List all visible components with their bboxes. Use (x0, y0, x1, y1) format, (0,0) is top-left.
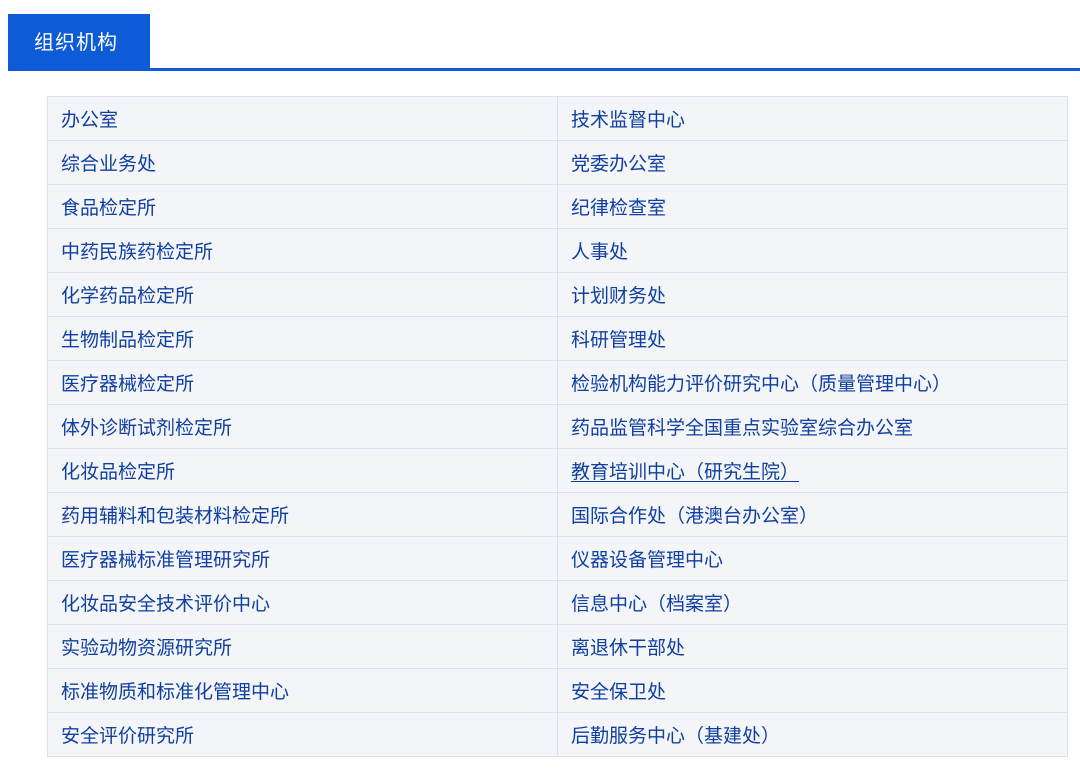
org-link-research-management[interactable]: 科研管理处 (571, 329, 666, 351)
table-cell: 中药民族药检定所 (47, 228, 558, 273)
org-link-security[interactable]: 安全保卫处 (571, 681, 666, 703)
org-link-capability-evaluation-center[interactable]: 检验机构能力评价研究中心（质量管理中心） (571, 373, 951, 395)
table-cell: 教育培训中心（研究生院） (557, 448, 1068, 493)
table-cell: 化妆品安全技术评价中心 (47, 580, 558, 625)
org-link-retired-staff[interactable]: 离退休干部处 (571, 637, 685, 659)
table-cell: 计划财务处 (557, 272, 1068, 317)
org-link-chemical-drug-testing[interactable]: 化学药品检定所 (61, 285, 194, 307)
header-divider (8, 68, 1080, 71)
table-cell: 安全评价研究所 (47, 712, 558, 757)
table-cell: 离退休干部处 (557, 624, 1068, 669)
org-link-education-training-center[interactable]: 教育培训中心（研究生院） (571, 461, 799, 483)
table-row: 化妆品检定所 教育培训中心（研究生院） (47, 448, 1068, 493)
table-row: 化学药品检定所 计划财务处 (47, 272, 1068, 317)
table-cell: 科研管理处 (557, 316, 1068, 361)
table-cell: 体外诊断试剂检定所 (47, 404, 558, 449)
table-row: 医疗器械标准管理研究所 仪器设备管理中心 (47, 536, 1068, 581)
table-cell: 纪律检查室 (557, 184, 1068, 229)
table-row: 实验动物资源研究所 离退休干部处 (47, 624, 1068, 669)
table-cell: 国际合作处（港澳台办公室） (557, 492, 1068, 537)
table-cell: 后勤服务中心（基建处） (557, 712, 1068, 757)
table-cell: 安全保卫处 (557, 668, 1068, 713)
table-row: 体外诊断试剂检定所 药品监管科学全国重点实验室综合办公室 (47, 404, 1068, 449)
table-cell: 药用辅料和包装材料检定所 (47, 492, 558, 537)
table-cell: 党委办公室 (557, 140, 1068, 185)
org-link-reference-materials-center[interactable]: 标准物质和标准化管理中心 (61, 681, 289, 703)
table-row: 办公室 技术监督中心 (47, 96, 1068, 141)
org-link-biological-products-testing[interactable]: 生物制品检定所 (61, 329, 194, 351)
org-link-instrument-management-center[interactable]: 仪器设备管理中心 (571, 549, 723, 571)
org-link-cosmetics-safety-center[interactable]: 化妆品安全技术评价中心 (61, 593, 270, 615)
org-link-food-testing[interactable]: 食品检定所 (61, 197, 156, 219)
org-link-ivd-reagent-testing[interactable]: 体外诊断试剂检定所 (61, 417, 232, 439)
org-link-human-resources[interactable]: 人事处 (571, 241, 628, 263)
table-cell: 人事处 (557, 228, 1068, 273)
table-cell: 生物制品检定所 (47, 316, 558, 361)
table-row: 综合业务处 党委办公室 (47, 140, 1068, 185)
table-cell: 医疗器械检定所 (47, 360, 558, 405)
table-cell: 仪器设备管理中心 (557, 536, 1068, 581)
table-cell: 信息中心（档案室） (557, 580, 1068, 625)
org-link-office[interactable]: 办公室 (61, 109, 118, 131)
organization-table: 办公室 技术监督中心 综合业务处 党委办公室 食品检定所 纪律检查室 中药民族药… (47, 96, 1068, 757)
table-cell: 标准物质和标准化管理中心 (47, 668, 558, 713)
table-cell: 食品检定所 (47, 184, 558, 229)
org-link-party-committee-office[interactable]: 党委办公室 (571, 153, 666, 175)
section-title-tab: 组织机构 (8, 14, 150, 70)
org-link-laboratory-animal-institute[interactable]: 实验动物资源研究所 (61, 637, 232, 659)
table-cell: 办公室 (47, 96, 558, 141)
org-link-excipients-packaging-testing[interactable]: 药用辅料和包装材料检定所 (61, 505, 289, 527)
org-link-key-laboratory-office[interactable]: 药品监管科学全国重点实验室综合办公室 (571, 417, 913, 439)
table-cell: 医疗器械标准管理研究所 (47, 536, 558, 581)
org-link-general-affairs[interactable]: 综合业务处 (61, 153, 156, 175)
table-cell: 药品监管科学全国重点实验室综合办公室 (557, 404, 1068, 449)
org-link-information-center[interactable]: 信息中心（档案室） (571, 593, 742, 615)
table-row: 生物制品检定所 科研管理处 (47, 316, 1068, 361)
table-row: 标准物质和标准化管理中心 安全保卫处 (47, 668, 1068, 713)
org-link-discipline-inspection[interactable]: 纪律检查室 (571, 197, 666, 219)
table-row: 食品检定所 纪律检查室 (47, 184, 1068, 229)
table-cell: 综合业务处 (47, 140, 558, 185)
table-cell: 技术监督中心 (557, 96, 1068, 141)
table-cell: 检验机构能力评价研究中心（质量管理中心） (557, 360, 1068, 405)
table-row: 化妆品安全技术评价中心 信息中心（档案室） (47, 580, 1068, 625)
section-header: 组织机构 (0, 0, 1080, 72)
table-row: 中药民族药检定所 人事处 (47, 228, 1068, 273)
org-link-cosmetics-testing[interactable]: 化妆品检定所 (61, 461, 175, 483)
table-row: 药用辅料和包装材料检定所 国际合作处（港澳台办公室） (47, 492, 1068, 537)
table-cell: 实验动物资源研究所 (47, 624, 558, 669)
table-row: 安全评价研究所 后勤服务中心（基建处） (47, 712, 1068, 757)
org-link-device-standards-institute[interactable]: 医疗器械标准管理研究所 (61, 549, 270, 571)
org-link-safety-evaluation-institute[interactable]: 安全评价研究所 (61, 725, 194, 747)
section-title: 组织机构 (34, 30, 118, 54)
org-link-international-cooperation[interactable]: 国际合作处（港澳台办公室） (571, 505, 818, 527)
org-link-tcm-ethnic-medicine-testing[interactable]: 中药民族药检定所 (61, 241, 213, 263)
org-link-logistics-center[interactable]: 后勤服务中心（基建处） (571, 725, 780, 747)
org-link-planning-finance[interactable]: 计划财务处 (571, 285, 666, 307)
table-row: 医疗器械检定所 检验机构能力评价研究中心（质量管理中心） (47, 360, 1068, 405)
org-link-medical-device-testing[interactable]: 医疗器械检定所 (61, 373, 194, 395)
table-cell: 化学药品检定所 (47, 272, 558, 317)
org-link-technical-supervision-center[interactable]: 技术监督中心 (571, 109, 685, 131)
table-cell: 化妆品检定所 (47, 448, 558, 493)
